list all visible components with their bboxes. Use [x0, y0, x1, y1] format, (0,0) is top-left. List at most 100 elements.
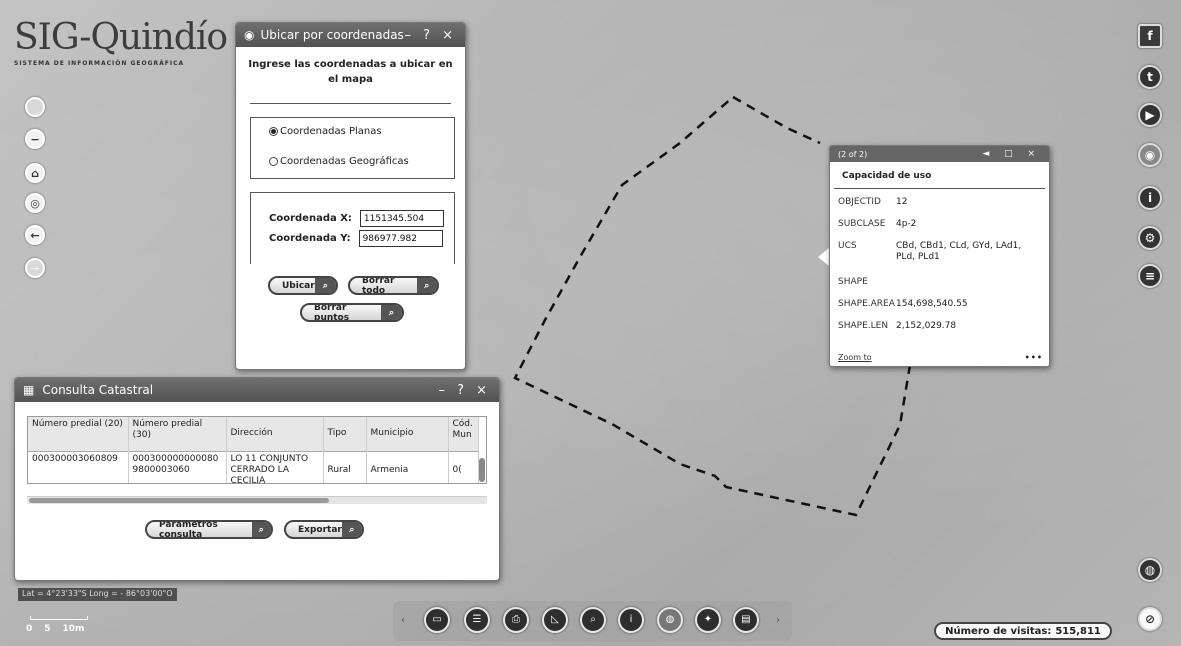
radio-planas-indicator[interactable]: [269, 127, 278, 136]
exportar-label: Exportar: [298, 524, 342, 535]
eye-icon: ◉: [1144, 148, 1156, 162]
parametros-consulta-button[interactable]: Parámetros consulta ⌕: [145, 520, 273, 539]
radio-geograficas-indicator[interactable]: [269, 157, 278, 166]
arrow-right-icon: →: [30, 261, 40, 275]
toolbar-prev-arrow[interactable]: ‹: [401, 615, 405, 626]
scroll-thumb[interactable]: [29, 498, 329, 503]
x-label: Coordenada X:: [269, 213, 352, 224]
back-button[interactable]: ←: [25, 225, 45, 245]
popup-controls[interactable]: ◄ □ ×: [982, 149, 1041, 159]
scale-label: 5: [44, 624, 51, 634]
eye-off-icon: ⊘: [1144, 612, 1156, 626]
search-icon: ⌕: [381, 305, 402, 320]
search-icon[interactable]: ⌕: [580, 607, 606, 633]
twitter-icon: t: [1147, 70, 1153, 84]
sig-quindio-logo: SIG-Quindío SISTEMA DE INFORMACIÓN GEOGR…: [14, 18, 228, 76]
catastral-window-title: Consulta Catastral: [42, 383, 154, 397]
more-menu-button[interactable]: •••: [1025, 353, 1043, 362]
radio-geograficas[interactable]: Coordenadas Geográficas: [269, 156, 454, 167]
coordinates-heading: Ingrese las coordenadas a ubicar en el m…: [248, 59, 453, 85]
coordinates-window-title: Ubicar por coordenadas: [260, 28, 404, 42]
scale-labels: 0 5 10m: [26, 624, 84, 634]
search-icon: ⌕: [341, 522, 362, 537]
facebook-button[interactable]: f: [1138, 24, 1162, 48]
list-side-button[interactable]: ≡: [1138, 264, 1162, 288]
basemap-button[interactable]: ◍: [1138, 558, 1162, 582]
window-controls[interactable]: – ? ×: [404, 28, 457, 43]
globe-icon[interactable]: ◍: [657, 607, 683, 633]
capas-icon[interactable]: ▭: [424, 607, 450, 633]
home-button[interactable]: ⌂: [25, 163, 45, 183]
cell-numero-30: 000300000000080 9800003060: [128, 450, 227, 483]
table-header-row: Número predial (20) Número predial (30) …: [28, 417, 479, 451]
home-icon: ⌂: [31, 166, 39, 180]
cell-cod-mun: 0(: [448, 450, 479, 483]
eye-button[interactable]: ◉: [1138, 143, 1162, 167]
scale-bar: [30, 616, 88, 620]
locate-button[interactable]: ◎: [25, 193, 45, 213]
popup-footer: Zoom to •••: [838, 353, 1043, 362]
zoom-out-button[interactable]: −: [25, 129, 45, 149]
catastral-table: Número predial (20) Número predial (30) …: [27, 416, 487, 484]
legend-icon[interactable]: ☰: [464, 607, 490, 633]
ubicar-label: Ubicar: [282, 280, 315, 291]
cell-direccion: LO 11 CONJUNTO CERRADO LA CECILIA: [226, 450, 324, 483]
facebook-icon: f: [1147, 29, 1153, 43]
arrow-left-icon: ←: [30, 228, 40, 242]
attr-row: SHAPE.LEN 2,152,029.78: [838, 321, 957, 331]
twitter-button[interactable]: t: [1138, 65, 1162, 89]
attr-row: OBJECTID 12: [838, 197, 908, 207]
popup-pointer: [818, 248, 829, 266]
gps-icon[interactable]: ✦: [695, 607, 721, 633]
forward-button[interactable]: →: [25, 258, 45, 278]
coordinates-window-titlebar[interactable]: ◉ Ubicar por coordenadas – ? ×: [236, 23, 465, 47]
scale-label: 10m: [62, 624, 85, 634]
globe-icon: ◍: [1144, 563, 1156, 577]
col-tipo[interactable]: Tipo: [323, 417, 367, 451]
col-municipio[interactable]: Municipio: [366, 417, 449, 451]
attr-row: UCS CBd, CBd1, CLd, GYd, LAd1, PLd, PLd1: [838, 241, 1022, 262]
col-direccion[interactable]: Dirección: [226, 417, 324, 451]
zoom-in-button[interactable]: [25, 97, 45, 117]
visit-label: Número de visitas:: [945, 625, 1052, 637]
toolbar-next-arrow[interactable]: ›: [776, 615, 780, 626]
measure-icon[interactable]: ◺: [542, 607, 568, 633]
zoom-to-link[interactable]: Zoom to: [838, 353, 872, 362]
radio-planas-label: Coordenadas Planas: [280, 126, 382, 137]
radio-planas[interactable]: Coordenadas Planas: [269, 126, 454, 137]
borrar-puntos-button[interactable]: Borrar puntos ⌕: [300, 303, 404, 322]
popup-counter: (2 of 2): [838, 149, 868, 159]
x-coordinate-field[interactable]: [359, 210, 444, 227]
table-row[interactable]: 000300003060809 000300000000080 98000030…: [28, 450, 479, 483]
youtube-button[interactable]: ▶: [1138, 103, 1162, 127]
table-vertical-scrollbar[interactable]: [479, 458, 485, 482]
ubicar-button[interactable]: Ubicar ⌕: [268, 276, 338, 295]
borrar-todo-button[interactable]: Borrar todo ⌕: [348, 276, 439, 295]
visibility-toggle[interactable]: ⊘: [1138, 607, 1162, 631]
cell-municipio: Armenia: [366, 450, 449, 483]
window-controls[interactable]: – ? ×: [438, 383, 491, 398]
table-horizontal-scrollbar[interactable]: [27, 496, 487, 504]
borrar-todo-label: Borrar todo: [362, 276, 395, 295]
coordinate-type-group: Coordenadas Planas Coordenadas Geográfic…: [250, 117, 455, 179]
popup-titlebar: (2 of 2) ◄ □ ×: [830, 146, 1049, 162]
settings-side-button[interactable]: ⚙: [1138, 226, 1162, 250]
popup-heading: Capacidad de uso: [834, 162, 1045, 189]
radio-geograficas-label: Coordenadas Geográficas: [280, 156, 409, 167]
y-coordinate-field[interactable]: [358, 230, 443, 247]
col-numero-30[interactable]: Número predial (30): [128, 417, 227, 451]
table-icon[interactable]: ▤: [733, 607, 759, 633]
y-label: Coordenada Y:: [269, 233, 351, 244]
info-side-button[interactable]: i: [1138, 186, 1162, 210]
locate-icon: ◎: [30, 196, 40, 210]
catastral-window-titlebar[interactable]: ▦ Consulta Catastral – ? ×: [15, 378, 499, 402]
col-cod-mun[interactable]: Cód. Mun: [448, 417, 479, 451]
gear-icon: ⚙: [1144, 231, 1156, 245]
attr-row: SHAPE.AREA 154,698,540.55: [838, 299, 968, 309]
x-row: Coordenada X:: [269, 210, 454, 227]
exportar-button[interactable]: Exportar ⌕: [284, 520, 364, 539]
logo-subtitle: SISTEMA DE INFORMACIÓN GEOGRÁFICA: [14, 60, 185, 67]
col-numero-20[interactable]: Número predial (20): [28, 417, 129, 451]
print-icon[interactable]: ⎙: [503, 607, 529, 633]
info-icon[interactable]: i: [618, 607, 644, 633]
